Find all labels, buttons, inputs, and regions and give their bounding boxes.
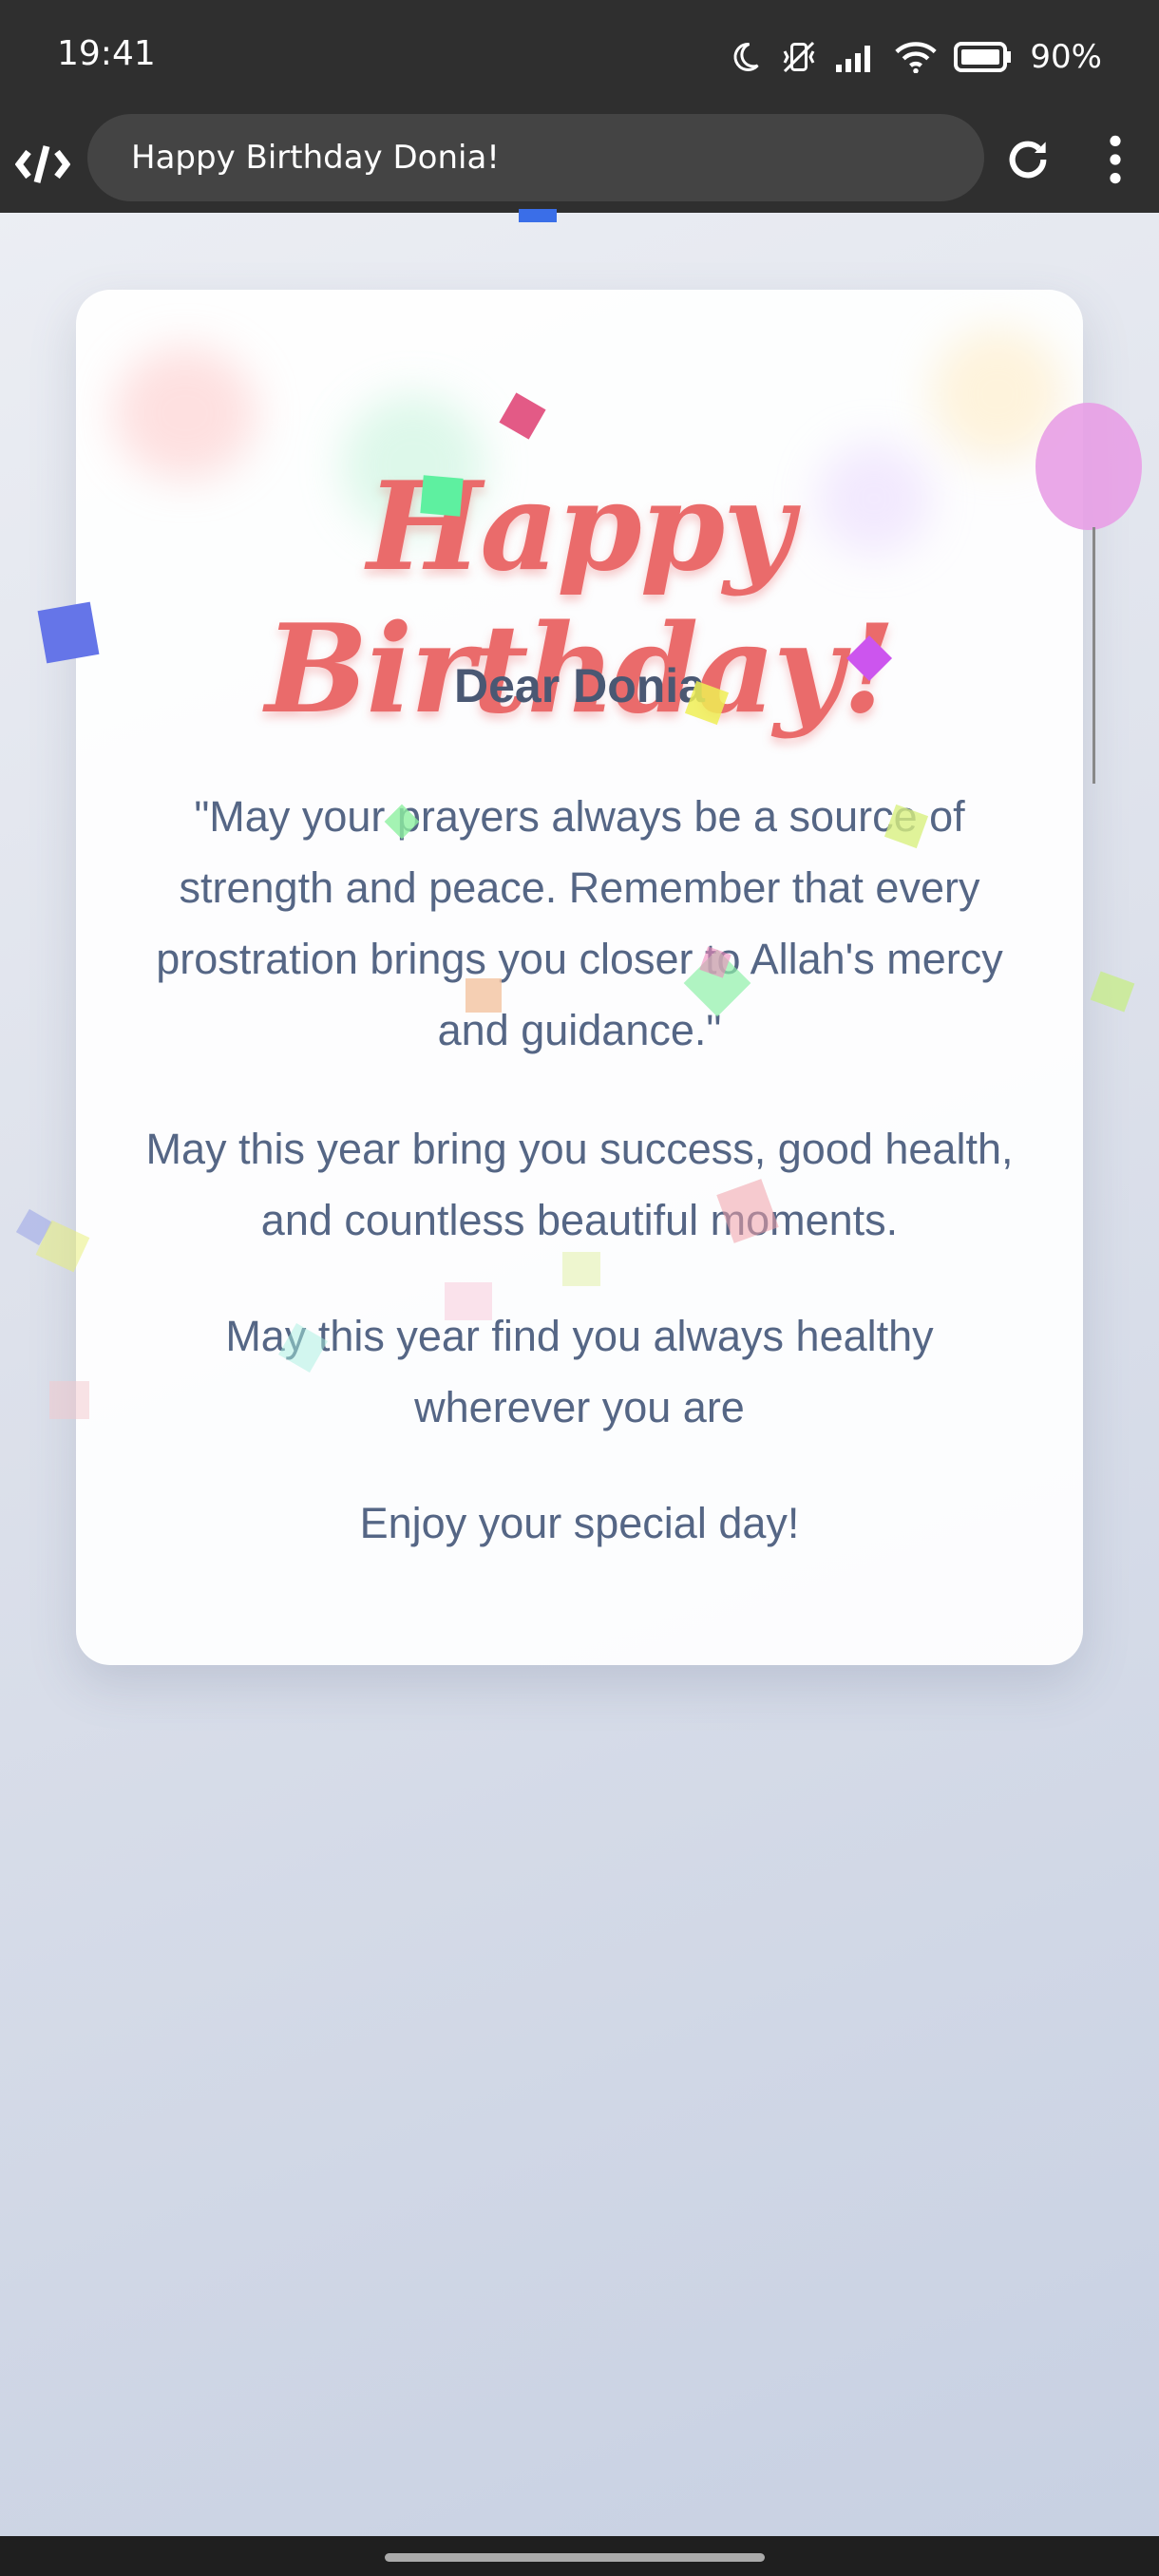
confetti-piece: [420, 475, 464, 517]
site-logo-icon[interactable]: [14, 137, 71, 192]
status-bar: 19:41 90%: [0, 0, 1159, 114]
address-bar[interactable]: Happy Birthday Donia!: [87, 114, 984, 201]
birthday-card: Happy Birthday! Dear Donia "May your pra…: [76, 290, 1083, 1665]
browser-toolbar: Happy Birthday Donia!: [0, 114, 1159, 213]
vibrate-off-icon: [779, 40, 819, 74]
message-paragraph: "May your prayers always be a source of …: [156, 792, 1003, 1054]
closing-line: Enjoy your special day!: [359, 1499, 800, 1547]
status-icons: 90%: [728, 32, 1102, 82]
battery-icon: [954, 42, 1013, 72]
confetti-piece: [49, 1381, 89, 1419]
confetti-piece: [1090, 971, 1135, 1013]
confetti-piece: [562, 1252, 600, 1286]
message-paragraph: May this year find you always healthy wh…: [225, 1312, 934, 1431]
balloon-icon: [1036, 403, 1142, 530]
confetti-piece: [445, 1282, 492, 1320]
balloon-string: [1092, 527, 1095, 784]
wifi-icon: [895, 41, 938, 73]
more-vert-icon[interactable]: [1098, 133, 1132, 186]
status-time: 19:41: [57, 34, 156, 73]
home-indicator[interactable]: [385, 2553, 765, 2562]
confetti-piece: [466, 978, 502, 1013]
confetti-piece: [519, 209, 557, 222]
signal-icon: [836, 42, 878, 72]
confetti-piece: [37, 601, 100, 664]
battery-percent: 90%: [1030, 38, 1102, 76]
reload-icon[interactable]: [1001, 133, 1054, 186]
moon-icon: [728, 40, 762, 74]
message-paragraph: May this year bring you success, good he…: [145, 1125, 1014, 1244]
greeting: Dear Donia: [454, 659, 705, 712]
